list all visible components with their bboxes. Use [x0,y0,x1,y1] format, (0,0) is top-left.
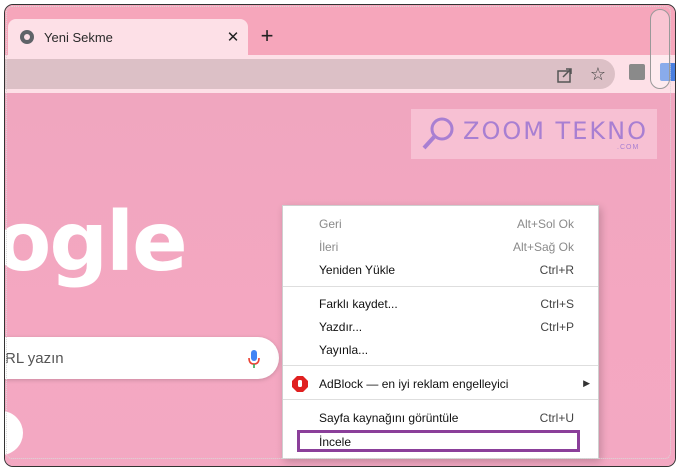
google-logo: ogle [4,195,188,290]
tab-title: Yeni Sekme [44,29,113,45]
microphone-icon[interactable] [247,349,261,369]
share-icon[interactable] [555,65,575,85]
search-placeholder: RL yazın [5,350,64,367]
menu-item-print[interactable]: Yazdır... Ctrl+P [283,315,598,338]
toolbar: ☆ [5,55,675,93]
menu-item-view-source[interactable]: Sayfa kaynağını görüntüle Ctrl+U [283,406,598,429]
menu-item-shortcut: Alt+Sağ Ok [512,239,574,254]
menu-item-label: Yeniden Yükle [319,262,396,277]
chrome-favicon-icon [20,30,34,44]
menu-item-inspect[interactable]: İncele [283,430,598,453]
menu-separator [283,286,598,287]
menu-separator [283,399,598,400]
search-magnifier-icon [422,117,454,150]
browser-window: Yeni Sekme ✕ + ☆ ZOOM TEKNO .COM ogle RL… [4,4,676,467]
menu-item-adblock[interactable]: AdBlock — en iyi reklam engelleyici ▶ [283,372,598,395]
menu-item-label: İleri [319,239,339,254]
extension-icon[interactable] [629,64,645,80]
tab-new-tab[interactable]: Yeni Sekme ✕ [8,19,248,55]
submenu-arrow-icon: ▶ [583,378,590,388]
adblock-icon [292,375,308,392]
address-bar[interactable]: ☆ [5,59,615,89]
scroll-handle[interactable] [650,9,670,89]
context-menu: Geri Alt+Sol Ok İleri Alt+Sağ Ok Yeniden… [282,205,599,459]
menu-item-label: Yayınla... [319,342,369,357]
close-icon[interactable]: ✕ [224,28,242,46]
search-box[interactable]: RL yazın [5,337,279,379]
star-icon[interactable]: ☆ [587,63,609,85]
menu-item-label: İncele [319,434,352,449]
menu-item-shortcut: Alt+Sol Ok [516,216,574,231]
menu-separator [283,365,598,366]
menu-item-shortcut: Ctrl+R [539,262,574,277]
menu-item-label: Geri [319,216,342,231]
watermark-brand: ZOOM TEKNO [463,117,648,145]
menu-item-label: Yazdır... [319,319,363,334]
plus-icon[interactable]: + [254,24,280,50]
menu-item-reload[interactable]: Yeniden Yükle Ctrl+R [283,258,598,281]
menu-item-back[interactable]: Geri Alt+Sol Ok [283,212,598,235]
watermark-sub: .COM [617,144,640,151]
menu-item-shortcut: Ctrl+P [540,319,574,334]
menu-item-forward[interactable]: İleri Alt+Sağ Ok [283,235,598,258]
shortcut-tile[interactable] [5,411,23,455]
menu-item-label: Sayfa kaynağını görüntüle [319,410,459,425]
menu-item-shortcut: Ctrl+U [539,410,574,425]
tab-strip: Yeni Sekme ✕ + [5,5,675,55]
menu-item-label: Farklı kaydet... [319,296,398,311]
menu-item-label: AdBlock — en iyi reklam engelleyici [319,376,509,391]
menu-item-cast[interactable]: Yayınla... [283,338,598,361]
watermark-logo: ZOOM TEKNO .COM [411,109,657,159]
menu-item-shortcut: Ctrl+S [540,296,574,311]
menu-item-save-as[interactable]: Farklı kaydet... Ctrl+S [283,292,598,315]
